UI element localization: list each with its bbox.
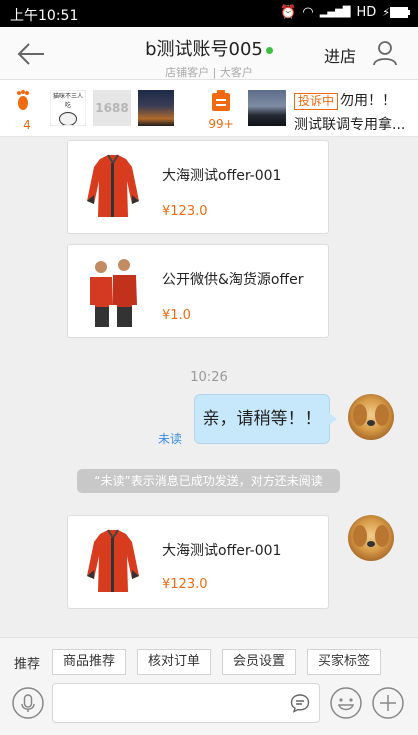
product-price: ¥123.0 [162, 577, 208, 592]
product-name: 大海测试offer-001 [162, 168, 282, 184]
complaint-description: 测试联调专用拿... [294, 117, 406, 133]
online-status-dot [265, 47, 273, 54]
wifi-icon: ◠ [302, 5, 314, 20]
status-bar: 上午10:51 ⏰ ◠ ▂▄▆█ HD ⚡ [0, 0, 418, 27]
footprint-icon [17, 90, 29, 110]
avatar[interactable] [348, 394, 394, 440]
battery-icon: ⚡ [382, 6, 410, 19]
compose-toolbar: 推荐 商品推荐 核对订单 会员设置 买家标签 [0, 637, 418, 735]
footprint-button[interactable]: 4 [14, 90, 40, 132]
avatar[interactable] [348, 515, 394, 561]
product-card[interactable]: 大海测试offer-001 ¥123.0 [67, 140, 329, 234]
orders-button[interactable]: 99+ [206, 90, 236, 131]
tag-buyer-labels[interactable]: 买家标签 [307, 649, 381, 675]
night-sky-thumbnail[interactable] [138, 90, 174, 126]
emoji-icon [330, 687, 362, 719]
recommend-tags: 推荐 商品推荐 核对订单 会员设置 买家标签 [0, 649, 418, 675]
tag-check-order[interactable]: 核对订单 [137, 649, 211, 675]
complaint-item[interactable]: 投诉中 勿用！！ 测试联调专用拿... [294, 90, 418, 134]
alarm-icon: ⏰ [280, 5, 297, 20]
network-type: HD [356, 5, 377, 20]
complaint-badge: 投诉中 [294, 93, 339, 110]
unread-label: 未读 [158, 432, 183, 446]
footprint-count: 4 [23, 118, 31, 132]
more-button[interactable] [372, 687, 404, 719]
emoji-button[interactable] [330, 687, 362, 719]
enter-shop-link[interactable]: 进店 [324, 43, 356, 67]
product-name: 公开微供&淘货源offer [162, 272, 304, 288]
sent-message-bubble[interactable]: 亲，请稍等！！ [194, 394, 337, 444]
status-icons: ⏰ ◠ ▂▄▆█ HD ⚡ [280, 5, 410, 20]
product-price: ¥1.0 [162, 308, 191, 323]
clipboard-icon [212, 90, 230, 111]
meme-thumbnail[interactable]: 猫咪不三人吃 [50, 90, 86, 126]
chat-header: b测试账号005 店铺客户 | 大客户 进店 [0, 27, 418, 80]
signal-icon: ▂▄▆█ [319, 7, 351, 18]
status-time: 上午10:51 [10, 8, 79, 24]
quick-strip: 4 猫咪不三人吃 1688 99+ 投诉中 勿用！！ 测试联调专用拿... [0, 80, 418, 137]
voice-button[interactable] [12, 687, 44, 719]
user-icon [373, 41, 397, 66]
orders-count: 99+ [208, 117, 234, 131]
tag-product-recommend[interactable]: 商品推荐 [52, 649, 126, 675]
title-line: b测试账号005 [90, 35, 328, 61]
profile-button[interactable] [372, 40, 398, 66]
red-jacket-image [87, 154, 139, 217]
message-timestamp: 10:26 [190, 370, 228, 385]
chat-messages[interactable]: 大海测试offer-001 ¥123.0 公开微供&淘货源offer ¥1.0 … [0, 138, 418, 635]
message-input[interactable] [52, 683, 320, 723]
logo-1688-thumbnail[interactable]: 1688 [93, 90, 131, 126]
meme-caption: 猫咪不三人吃 [52, 93, 83, 109]
tag-member-settings[interactable]: 会员设置 [222, 649, 296, 675]
back-button[interactable] [14, 39, 48, 69]
complaint-header: 投诉中 勿用！！ [294, 90, 418, 110]
contact-tags: 店铺客户 | 大客户 [165, 66, 253, 79]
product-card[interactable]: 公开微供&淘货源offer ¥1.0 [67, 244, 329, 338]
quick-reply-icon [290, 694, 310, 713]
mic-icon [12, 687, 44, 719]
title-block: b测试账号005 店铺客户 | 大客户 [90, 35, 328, 80]
back-arrow-icon [17, 43, 44, 65]
red-jacket-image [87, 529, 139, 592]
tags-label: 推荐 [14, 657, 41, 672]
system-notice: “未读”表示消息已成功发送，对方还未阅读 [77, 469, 340, 493]
input-row [0, 682, 418, 728]
charge-icon: ⚡ [382, 6, 390, 19]
quick-reply-button[interactable] [290, 693, 310, 713]
couple-jackets-image [90, 259, 137, 327]
contact-name: b测试账号005 [145, 39, 263, 60]
product-name: 大海测试offer-001 [162, 543, 282, 559]
complaint-title: 勿用！！ [340, 93, 397, 109]
landscape-thumbnail[interactable] [248, 90, 286, 126]
product-price: ¥123.0 [162, 204, 208, 219]
plus-icon [372, 687, 404, 719]
meme-face-image [59, 112, 77, 125]
product-card[interactable]: 大海测试offer-001 ¥123.0 [67, 515, 329, 609]
